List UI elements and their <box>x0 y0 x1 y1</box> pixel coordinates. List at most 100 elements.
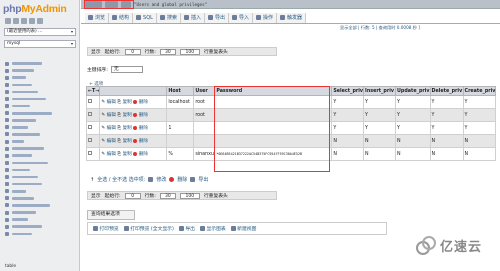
row-copy-link[interactable]: 复制 <box>123 99 132 105</box>
home-icon[interactable] <box>5 18 11 24</box>
rows-input[interactable]: 30 <box>159 48 176 55</box>
row-delete-link[interactable]: 删除 <box>139 151 148 157</box>
settings-icon[interactable] <box>37 18 43 24</box>
qr-item-0[interactable]: 打印预览 <box>93 225 119 232</box>
table-list-item[interactable] <box>5 195 77 202</box>
triggers-icon <box>280 15 286 20</box>
table-list-item[interactable] <box>5 110 77 117</box>
tab-8[interactable]: 触发器 <box>277 12 307 23</box>
table-list-item[interactable] <box>5 181 77 188</box>
table-list-item[interactable] <box>5 81 77 88</box>
start-row-input-bottom[interactable]: 0 <box>124 192 141 199</box>
table-list-item[interactable] <box>5 152 77 159</box>
bulk-export-button[interactable]: 导出 <box>198 176 208 183</box>
crumb-server[interactable] <box>85 1 102 8</box>
row-copy-link[interactable]: 复制 <box>123 112 132 118</box>
column-header-0[interactable]: ←T→ <box>85 86 101 96</box>
table-icon <box>5 104 9 109</box>
tab-4[interactable]: 插入 <box>180 12 205 23</box>
table-list-item[interactable] <box>5 145 77 152</box>
row-delete-link[interactable]: 删除 <box>139 125 148 131</box>
table-list-item[interactable] <box>5 216 77 223</box>
row-edit-link[interactable]: 编辑 <box>107 125 116 131</box>
tab-6[interactable]: 导入 <box>228 12 253 23</box>
database-select[interactable]: mysql ▾ <box>4 40 76 48</box>
row-edit-link[interactable]: 编辑 <box>107 99 116 105</box>
rows-input-bottom[interactable]: 30 <box>159 192 176 199</box>
table-list-item[interactable] <box>5 117 77 124</box>
table-list-item[interactable] <box>5 103 77 110</box>
table-list-item[interactable] <box>5 174 77 181</box>
docs-icon[interactable] <box>29 18 35 24</box>
row-delete-link[interactable]: 删除 <box>139 112 148 118</box>
sql-icon <box>136 15 142 20</box>
table-list-item[interactable] <box>5 230 77 237</box>
column-header-2[interactable]: Host <box>166 86 195 96</box>
table-list-item[interactable] <box>5 67 77 74</box>
table-list-item[interactable] <box>5 209 77 216</box>
crumb-table[interactable] <box>121 1 131 8</box>
repeat-header-input[interactable]: 100 <box>179 48 200 55</box>
crumb-database[interactable] <box>105 1 118 8</box>
column-header-5[interactable]: Select_priv <box>331 86 365 96</box>
phpmyadmin-logo[interactable]: phpMyAdmin <box>3 3 67 15</box>
row-edit-link[interactable]: 编辑 <box>107 138 116 144</box>
tab-5[interactable]: 导出 <box>204 12 229 23</box>
sort-key-select[interactable]: 无 <box>110 66 143 73</box>
host-cell: localhost <box>166 95 195 109</box>
table-list-item[interactable] <box>5 159 77 166</box>
table-name-redacted <box>12 140 24 143</box>
table-list-item[interactable] <box>5 131 77 138</box>
help-icon[interactable] <box>21 18 27 24</box>
bulk-edit-button[interactable]: 修改 <box>156 176 166 183</box>
start-row-input[interactable]: 0 <box>124 48 141 55</box>
bulk-delete-button[interactable]: 删除 <box>177 176 187 183</box>
logout-icon[interactable] <box>13 18 19 24</box>
table-list-item[interactable] <box>5 166 77 173</box>
table-name-redacted <box>12 90 38 94</box>
qr-item-1[interactable]: 打印预览 (全文显示) <box>123 225 174 232</box>
column-header-8[interactable]: Delete_priv <box>429 86 464 96</box>
row-checkbox[interactable] <box>88 112 92 116</box>
row-edit-link[interactable]: 编辑 <box>107 151 116 157</box>
row-edit-link[interactable]: 编辑 <box>107 112 116 118</box>
table-list-item[interactable] <box>5 95 77 102</box>
tab-0[interactable]: 浏览 <box>85 12 110 23</box>
row-copy-link[interactable]: 复制 <box>123 151 132 157</box>
column-header-4[interactable]: Password <box>214 86 333 96</box>
row-checkbox[interactable] <box>88 138 92 142</box>
table-icon <box>5 196 9 201</box>
qr-item-3[interactable]: 显示图表 <box>199 225 226 232</box>
table-list-item[interactable] <box>5 60 77 67</box>
row-checkbox[interactable] <box>88 125 92 129</box>
row-delete-link[interactable]: 删除 <box>139 138 148 144</box>
row-copy-link[interactable]: 复制 <box>123 125 132 131</box>
tab-1[interactable]: 结构 <box>109 12 134 23</box>
table-list-item[interactable] <box>5 74 77 81</box>
column-header-9[interactable]: Create_priv <box>462 86 497 96</box>
column-header-1[interactable] <box>99 86 168 96</box>
tab-7[interactable]: 操作 <box>253 12 278 23</box>
sort-by-key: 主键排序: 无 <box>87 66 143 73</box>
tab-3[interactable]: 搜索 <box>156 12 181 23</box>
row-delete-link[interactable]: 删除 <box>139 99 148 105</box>
column-header-6[interactable]: Insert_priv <box>363 86 397 96</box>
row-checkbox[interactable] <box>88 99 92 103</box>
row-copy-link[interactable]: 复制 <box>123 138 132 144</box>
table-list-item[interactable] <box>5 88 77 95</box>
table-list-item[interactable] <box>5 138 77 145</box>
priv-cell: N <box>462 134 497 148</box>
table-list-item[interactable] <box>5 124 77 131</box>
column-header-7[interactable]: Update_priv <box>395 86 431 96</box>
qr-item-2[interactable]: 导出 <box>178 225 195 232</box>
table-list-item[interactable] <box>5 188 77 195</box>
select-all-link[interactable]: 全选 / 全不选 选中项: <box>97 176 145 183</box>
repeat-header-input-bottom[interactable]: 100 <box>179 192 200 199</box>
table-list-item[interactable] <box>5 202 77 209</box>
qr-item-4[interactable]: 新建视图 <box>230 225 256 232</box>
table-list-item[interactable] <box>5 223 77 230</box>
recent-tables-select[interactable]: (最近使用的表) ... ▾ <box>4 28 76 36</box>
row-checkbox[interactable] <box>88 151 92 155</box>
column-header-3[interactable]: User <box>193 86 216 96</box>
tab-2[interactable]: SQL <box>133 12 157 23</box>
